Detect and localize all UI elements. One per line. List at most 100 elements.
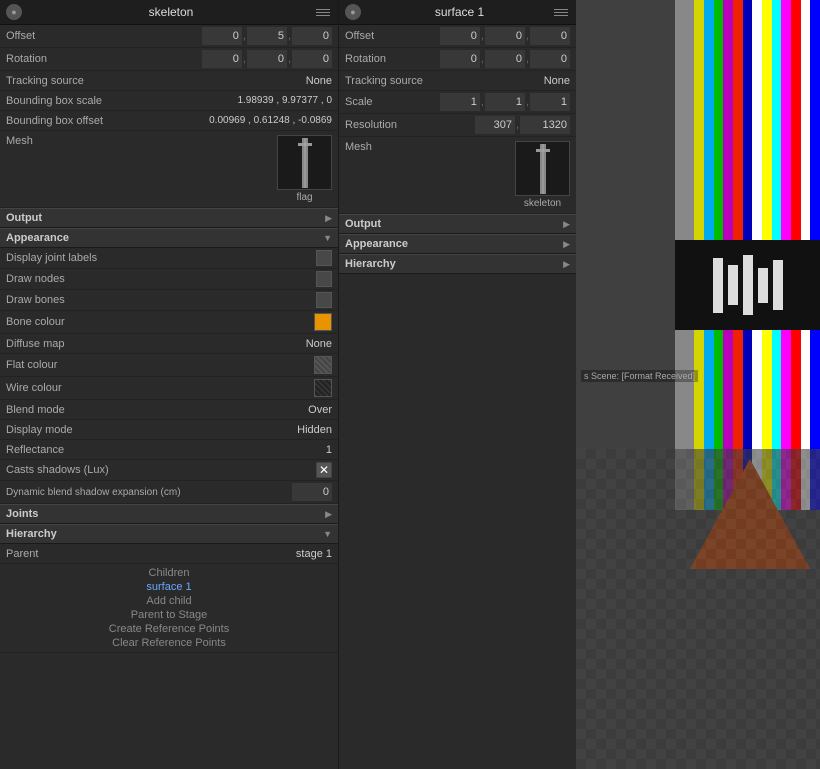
rp-offset-x[interactable]: [440, 27, 480, 45]
rp-resolution-row: Resolution ,: [339, 114, 576, 137]
display-mode-value: Hidden: [297, 424, 332, 436]
rp-rotation-inputs: , ,: [440, 50, 570, 68]
tracking-source-row: Tracking source None: [0, 71, 338, 91]
rp-mesh-thumbnail[interactable]: [515, 141, 570, 196]
draw-bones-checkbox[interactable]: [316, 292, 332, 308]
parent-to-stage-button[interactable]: Parent to Stage: [6, 608, 332, 622]
bone-colour-row: Bone colour: [0, 311, 338, 334]
rp-resolution-inputs: ,: [475, 116, 570, 134]
rp-scale-inputs: , ,: [440, 93, 570, 111]
rp-mesh-thumb-container: skeleton: [515, 141, 570, 209]
parent-label: Parent: [6, 548, 296, 560]
appearance-section-header[interactable]: Appearance ▼: [0, 228, 338, 248]
rotation-label: Rotation: [6, 53, 202, 65]
dynamic-blend-input[interactable]: [292, 483, 332, 501]
rp-mesh-section: Mesh skeleton: [339, 137, 576, 214]
rp-hierarchy-arrow-icon: ▶: [563, 259, 570, 270]
display-joint-labels-checkbox[interactable]: [316, 250, 332, 266]
rp-rotation-z[interactable]: [530, 50, 570, 68]
rp-offset-label: Offset: [345, 30, 440, 42]
left-panel-header: ● skeleton: [0, 0, 338, 25]
blend-mode-label: Blend mode: [6, 404, 308, 416]
rp-appearance-section-header[interactable]: Appearance ▶: [339, 234, 576, 254]
left-panel-title: skeleton: [26, 5, 316, 19]
clear-reference-points-button[interactable]: Clear Reference Points: [6, 636, 332, 650]
display-mode-row: Display mode Hidden: [0, 420, 338, 440]
rp-rotation-x[interactable]: [440, 50, 480, 68]
mesh-section: Mesh flag: [0, 131, 338, 208]
blend-mode-row: Blend mode Over: [0, 400, 338, 420]
rp-resolution-y[interactable]: [520, 116, 570, 134]
rp-resolution-x[interactable]: [475, 116, 515, 134]
rp-scale-x[interactable]: [440, 93, 480, 111]
rp-scale-z[interactable]: [530, 93, 570, 111]
mesh-thumbnail[interactable]: [277, 135, 332, 190]
right-panel-menu-button[interactable]: [554, 4, 570, 20]
flat-colour-label: Flat colour: [6, 359, 314, 371]
appearance-label: Appearance: [6, 232, 69, 244]
wire-colour-swatch[interactable]: [314, 379, 332, 397]
rotation-x[interactable]: [202, 50, 242, 68]
rp-output-label: Output: [345, 218, 381, 230]
rp-scale-label: Scale: [345, 96, 440, 108]
rp-output-section-header[interactable]: Output ▶: [339, 214, 576, 234]
mesh-label: Mesh: [6, 135, 56, 147]
mesh-thumb-container: flag: [277, 135, 332, 203]
tracking-source-label: Tracking source: [6, 75, 306, 87]
right-panel-header: ● surface 1: [339, 0, 576, 25]
rp-output-arrow-icon: ▶: [563, 219, 570, 230]
output-arrow-icon: ▶: [325, 213, 332, 224]
casts-shadows-label: Casts shadows (Lux): [6, 464, 316, 476]
child-surface1[interactable]: surface 1: [6, 580, 332, 594]
rp-resolution-label: Resolution: [345, 119, 475, 131]
wire-colour-row: Wire colour: [0, 377, 338, 400]
reflectance-row: Reflectance 1: [0, 440, 338, 460]
tracking-source-value: None: [306, 75, 332, 87]
left-panel-icon: ●: [6, 4, 22, 20]
left-panel: ● skeleton Offset , , Rotation , , Track…: [0, 0, 338, 769]
joints-section-header[interactable]: Joints ▶: [0, 504, 338, 524]
offset-label: Offset: [6, 30, 202, 42]
diffuse-map-label: Diffuse map: [6, 338, 306, 350]
offset-x[interactable]: [202, 27, 242, 45]
rp-offset-z[interactable]: [530, 27, 570, 45]
offset-inputs: , ,: [202, 27, 332, 45]
offset-y[interactable]: [247, 27, 287, 45]
bounding-box-scale-label: Bounding box scale: [6, 95, 237, 107]
reflectance-label: Reflectance: [6, 444, 326, 456]
logo-area: [675, 240, 820, 330]
rotation-y[interactable]: [247, 50, 287, 68]
flat-colour-row: Flat colour: [0, 354, 338, 377]
offset-z[interactable]: [292, 27, 332, 45]
flat-colour-swatch[interactable]: [314, 356, 332, 374]
rotation-z[interactable]: [292, 50, 332, 68]
dynamic-blend-label: Dynamic blend shadow expansion (cm): [6, 487, 292, 498]
rp-hierarchy-section-header[interactable]: Hierarchy ▶: [339, 254, 576, 274]
logo-bar-4: [758, 268, 768, 303]
viewport-floor: [576, 449, 820, 769]
rp-offset-y[interactable]: [485, 27, 525, 45]
reflectance-value: 1: [326, 444, 332, 456]
logo-bar-1: [713, 258, 723, 313]
create-reference-points-button[interactable]: Create Reference Points: [6, 622, 332, 636]
blend-mode-value: Over: [308, 404, 332, 416]
add-child-button[interactable]: Add child: [6, 594, 332, 608]
rp-rotation-label: Rotation: [345, 53, 440, 65]
rp-appearance-label: Appearance: [345, 238, 408, 250]
left-panel-menu-button[interactable]: [316, 4, 332, 20]
rp-rotation-y[interactable]: [485, 50, 525, 68]
bounding-box-scale-value: 1.98939 , 9.97377 , 0: [237, 95, 332, 106]
right-panel: ● surface 1 Offset , , Rotation , , Trac…: [338, 0, 576, 769]
right-panel-icon: ●: [345, 4, 361, 20]
hierarchy-section-header[interactable]: Hierarchy ▼: [0, 524, 338, 544]
rp-scale-y[interactable]: [485, 93, 525, 111]
bone-colour-swatch[interactable]: [314, 313, 332, 331]
bounding-box-scale-row: Bounding box scale 1.98939 , 9.97377 , 0: [0, 91, 338, 111]
output-section-header[interactable]: Output ▶: [0, 208, 338, 228]
casts-shadows-checkbox[interactable]: ✕: [316, 462, 332, 478]
draw-nodes-checkbox[interactable]: [316, 271, 332, 287]
children-label: Children: [6, 566, 332, 580]
rp-tracking-value: None: [544, 75, 570, 87]
hierarchy-label: Hierarchy: [6, 528, 57, 540]
parent-row: Parent stage 1: [0, 544, 338, 564]
